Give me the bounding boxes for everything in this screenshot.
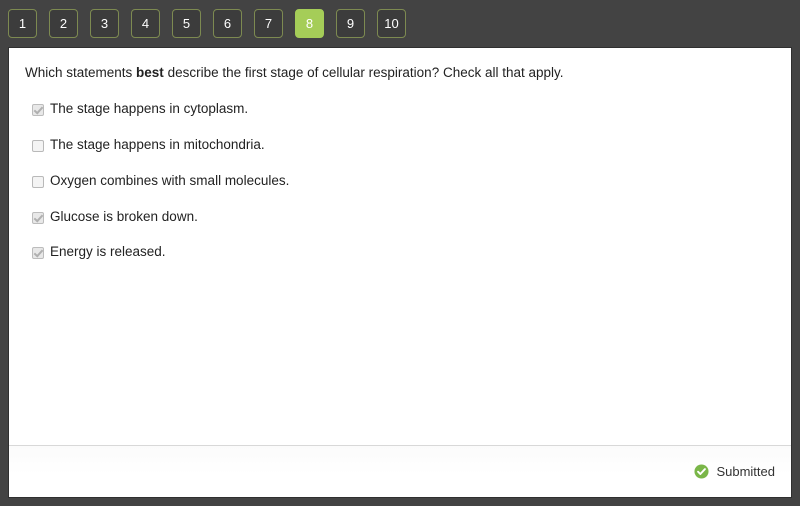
question-prompt-emphasis: best xyxy=(136,65,164,80)
question-nav-button-3[interactable]: 3 xyxy=(90,9,119,38)
option-row[interactable]: The stage happens in cytoplasm. xyxy=(25,101,775,118)
submission-status-label: Submitted xyxy=(716,464,775,479)
checkbox-checked-icon[interactable] xyxy=(32,247,44,260)
question-body: Which statements best describe the first… xyxy=(9,48,791,445)
option-label: Energy is released. xyxy=(50,244,166,260)
question-prompt-before: Which statements xyxy=(25,65,137,80)
question-nav-button-10[interactable]: 10 xyxy=(377,9,406,38)
option-label: Glucose is broken down. xyxy=(50,208,198,224)
question-nav-button-5[interactable]: 5 xyxy=(172,9,201,38)
checkbox-unchecked-icon[interactable] xyxy=(32,175,44,188)
question-footer: Submitted xyxy=(9,445,791,497)
checkbox-checked-icon[interactable] xyxy=(32,103,44,116)
option-label: The stage happens in mitochondria. xyxy=(50,136,265,152)
question-nav-button-2[interactable]: 2 xyxy=(49,9,78,38)
question-nav-button-4[interactable]: 4 xyxy=(131,9,160,38)
submission-status: Submitted xyxy=(694,464,775,479)
option-row[interactable]: Energy is released. xyxy=(25,244,775,261)
question-nav: 1 2 3 4 5 6 7 8 9 10 xyxy=(0,0,800,47)
question-prompt: Which statements best describe the first… xyxy=(25,64,775,83)
question-nav-button-1[interactable]: 1 xyxy=(8,9,37,38)
option-row[interactable]: The stage happens in mitochondria. xyxy=(25,137,775,154)
option-label: Oxygen combines with small molecules. xyxy=(50,172,290,188)
question-nav-button-6[interactable]: 6 xyxy=(213,9,242,38)
option-row[interactable]: Oxygen combines with small molecules. xyxy=(25,173,775,190)
checkbox-unchecked-icon[interactable] xyxy=(32,139,44,152)
question-nav-button-7[interactable]: 7 xyxy=(254,9,283,38)
quiz-app: 1 2 3 4 5 6 7 8 9 10 Which statements best descri… xyxy=(0,0,800,506)
options-list: The stage happens in cytoplasm. The stage… xyxy=(25,101,775,261)
question-prompt-after: describe the first stage of cellular res… xyxy=(163,65,564,80)
checkbox-checked-icon[interactable] xyxy=(32,211,44,224)
question-nav-button-9[interactable]: 9 xyxy=(336,9,365,38)
question-nav-button-8[interactable]: 8 xyxy=(295,9,324,38)
option-row[interactable]: Glucose is broken down. xyxy=(25,209,775,226)
option-label: The stage happens in cytoplasm. xyxy=(50,100,249,116)
check-circle-icon xyxy=(694,464,709,479)
question-panel: Which statements best describe the first… xyxy=(8,47,792,498)
